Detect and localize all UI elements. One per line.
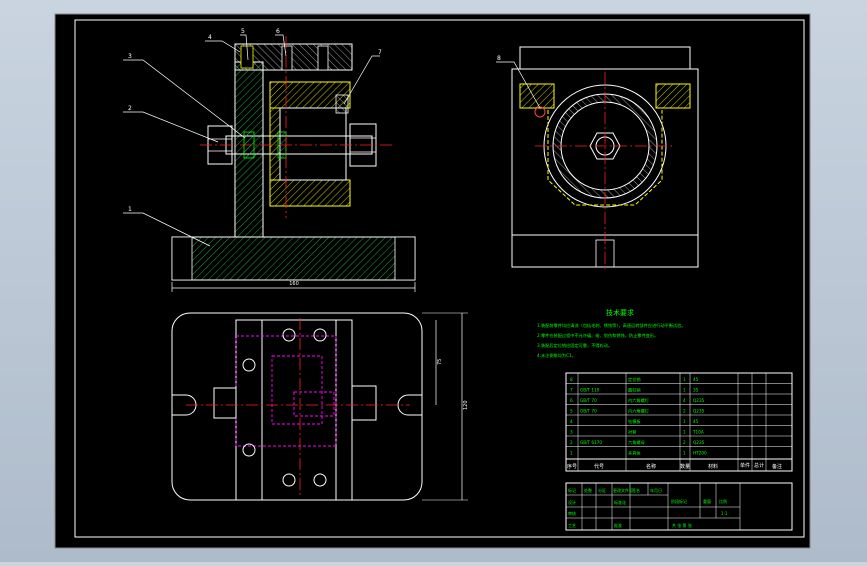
bom-header-code: 代号 [594, 463, 604, 470]
bom-header-unit: 单件 [740, 462, 750, 469]
tb-label-date: 年月日 [650, 487, 662, 493]
bom-material-1: HT200 [693, 451, 707, 456]
bom-name-4: 钻模板 [628, 418, 641, 425]
bom-name-1: 夹具体 [628, 450, 641, 457]
bom-name-7: 圆柱销 [628, 387, 641, 394]
bom-qty-4: 1 [683, 419, 686, 424]
tb-sheet: 共 张 第 张 [672, 522, 692, 528]
bom-name-3: 衬套 [628, 429, 637, 436]
callout-4: 4 [208, 34, 212, 41]
drawing-sheet [55, 14, 810, 548]
bom-name-5: 内六角螺钉 [628, 408, 650, 415]
bom-seq-7: 7 [570, 388, 573, 393]
bom-material-7: 35 [693, 388, 699, 393]
drawing-canvas: 160 1 2 3 4 5 6 7 8 75 120 技术要求 1.装配前零件均… [54, 13, 811, 549]
bom-qty-1: 1 [683, 451, 686, 456]
bom-header-qty: 数量 [680, 463, 690, 470]
tech-req-line-2: 2.零件在装配过程中不允许磕、碰、划伤和锈蚀，防止零件变形。 [537, 332, 658, 339]
bom-seq-3: 3 [570, 430, 573, 435]
callout-3: 3 [128, 53, 132, 60]
bom-code-2: GB/T 6170 [580, 440, 602, 445]
bom-material-8: 45 [693, 377, 699, 382]
bom-material-2: Q235 [693, 440, 705, 445]
bom-header-remark: 备注 [772, 463, 782, 470]
tb-label-zone: 分区 [598, 487, 606, 493]
bom-header-seq: 序号 [567, 463, 577, 470]
callout-1: 1 [128, 206, 132, 213]
bom-qty-5: 2 [683, 409, 686, 414]
tech-req-line-1: 1.装配前零件均应清洗（包括毛刺、锈蚀等），高速运转部件应进行动平衡试验。 [537, 322, 685, 329]
bom-qty-8: 1 [683, 377, 686, 382]
tech-req-line-3: 3.装配后定位销应固定可靠，不得松动。 [537, 342, 612, 349]
bom-material-5: Q235 [693, 409, 705, 414]
callout-7: 7 [378, 49, 382, 56]
bom-name-2: 六角螺母 [628, 439, 645, 446]
tb-stage: 阶段标记 [671, 498, 687, 504]
callout-2: 2 [128, 105, 132, 112]
tech-req-line-4: 4.未注倒角均为C1。 [537, 352, 576, 359]
bom-header-name: 名称 [646, 463, 656, 470]
clamp-block-bottom [269, 179, 351, 207]
tb-label-mark: 标记 [568, 487, 576, 493]
tb-label-approve: 批准 [614, 522, 622, 528]
callout-8: 8 [497, 55, 501, 62]
tb-label-change-doc: 更改文件号 [613, 487, 633, 493]
bom-seq-1: 1 [570, 451, 573, 456]
bom-seq-5: 5 [570, 409, 573, 414]
bom-name-8: 定位销 [628, 376, 641, 383]
callout-6: 6 [276, 28, 280, 35]
bom-code-6: GB/T 70 [580, 398, 597, 403]
bom-seq-8: 8 [570, 377, 573, 382]
bom-qty-7: 1 [683, 388, 686, 393]
bom-name-6: 内六角螺钉 [628, 397, 650, 404]
tb-label-sign: 签名 [632, 487, 640, 493]
cad-viewport[interactable]: 160 1 2 3 4 5 6 7 8 75 120 技术要求 1.装配前零件均… [0, 0, 867, 562]
tb-label-design: 设计 [568, 499, 576, 505]
bom-seq-2: 2 [570, 440, 573, 445]
bom-seq-4: 4 [570, 419, 573, 424]
bom-qty-6: 4 [683, 398, 686, 403]
dim-overall-width: 160 [289, 281, 299, 287]
bom-seq-6: 6 [570, 398, 573, 403]
tb-scale-value: 1:1 [721, 511, 728, 516]
bom-qty-2: 2 [683, 440, 686, 445]
tb-label-std: 标准化 [614, 499, 626, 505]
dim-height-a: 75 [437, 359, 443, 365]
bom-material-4: 45 [693, 419, 699, 424]
bom-qty-3: 1 [683, 430, 686, 435]
tb-scale: 比例 [719, 498, 727, 504]
tb-weight: 重量 [703, 498, 711, 504]
bom-code-7: GB/T 119 [580, 388, 600, 393]
tech-req-title: 技术要求 [606, 308, 634, 317]
bom-header-total: 总计 [754, 462, 764, 469]
tb-label-process: 工艺 [568, 523, 576, 528]
bom-header-material: 材料 [708, 463, 718, 470]
bom-code-5: GB/T 70 [580, 409, 597, 414]
bom-material-3: T10A [692, 430, 704, 435]
callout-5: 5 [241, 28, 245, 35]
tb-label-count: 处数 [584, 487, 592, 493]
bom-material-6: Q235 [693, 398, 705, 403]
tb-label-review: 审核 [568, 510, 576, 516]
dim-height-b: 120 [463, 400, 469, 410]
base-plate [171, 236, 416, 281]
